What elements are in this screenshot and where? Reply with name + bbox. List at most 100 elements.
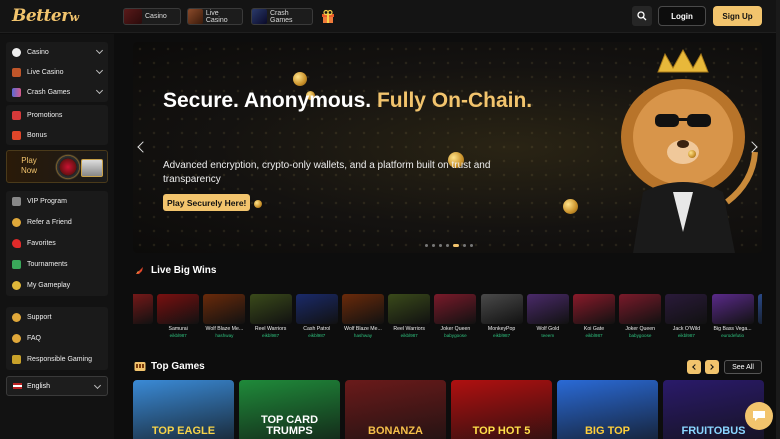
live-wins-carousel[interactable]: Samurai eikbl987 Wolf Blaze Me... hashway Re… [133, 294, 762, 346]
bonus-icon [12, 130, 21, 140]
login-button[interactable]: Login [658, 6, 706, 26]
sidebar-item-faq[interactable]: FAQ [6, 328, 108, 349]
plane-icon [252, 9, 267, 24]
carousel-dots[interactable] [425, 244, 473, 247]
game-card[interactable]: TOP CARD TRUMPS [239, 380, 340, 439]
live-win-item[interactable]: Koi Gate eikbl987 [573, 294, 615, 338]
sidebar-item-casino[interactable]: Casino [6, 42, 108, 62]
live-win-item[interactable] [133, 294, 153, 327]
page-scrollbar[interactable] [776, 0, 780, 439]
game-thumbnail [203, 294, 246, 324]
heart-icon [12, 239, 21, 248]
live-win-item[interactable]: Joker Queen babygoose [434, 294, 477, 338]
live-win-item[interactable]: Wolf Gold teeem [526, 294, 569, 338]
live-win-item[interactable]: Wolf Blaze Me... hashway [342, 294, 384, 338]
carousel-dot[interactable] [470, 244, 473, 247]
chat-button[interactable] [745, 402, 773, 430]
sidebar-item-tournaments[interactable]: Tournaments [6, 254, 108, 275]
game-card[interactable]: BONANZA [345, 380, 446, 439]
search-button[interactable] [632, 6, 652, 26]
win-game-name: Joker Queen [625, 326, 656, 332]
game-thumbnail [619, 294, 662, 324]
brand-logo[interactable]: Betterw [12, 6, 79, 26]
win-username: hashway [215, 333, 234, 338]
top-games-prev-button[interactable] [687, 360, 701, 374]
live-dealer-icon [12, 67, 21, 77]
win-username: eikbl987 [308, 333, 326, 338]
win-game-name: Wolf Blaze Me... [344, 326, 382, 332]
live-win-item[interactable]: Reel Warriors eikbl987 [249, 294, 292, 338]
cards-icon [188, 9, 203, 24]
win-game-name: Reel Warriors [393, 326, 425, 332]
sidebar-item-crash-games[interactable]: Crash Games [6, 82, 108, 102]
win-username: babygoose [444, 333, 467, 338]
game-card[interactable]: TOP HOT 5 [451, 380, 552, 439]
top-games-next-button[interactable] [705, 360, 719, 374]
carousel-dot[interactable] [425, 244, 428, 247]
carousel-dot[interactable] [453, 244, 459, 247]
play-now-banner[interactable]: Play Now [6, 150, 108, 183]
signup-button[interactable]: Sign Up [713, 6, 762, 26]
sidebar-item-live-casino[interactable]: Live Casino [6, 62, 108, 82]
hero-title: Secure. Anonymous. Fully On-Chain. [163, 89, 533, 112]
us-flag-icon [13, 383, 22, 389]
game-thumbnail [526, 294, 569, 324]
win-username: hashway [353, 333, 373, 338]
gift-icon[interactable] [321, 9, 335, 23]
game-thumbnail [757, 294, 762, 324]
carousel-dot[interactable] [446, 244, 449, 247]
faq-icon [12, 334, 21, 343]
sidebar-item-promotions[interactable]: Promotions [6, 105, 108, 125]
sidebar-community-group: VIP Program Refer a Friend Favorites Tou… [6, 191, 108, 296]
sidebar-help-group: Support FAQ Responsible Gaming [6, 307, 108, 370]
carousel-dot[interactable] [463, 244, 466, 247]
hero-cta-button[interactable]: Play Securely Here! [163, 194, 251, 211]
lion-mascot-image [621, 48, 758, 253]
sidebar-promo-group: Promotions Bonus [6, 105, 108, 145]
game-card-title: BONANZA [368, 425, 423, 437]
game-card[interactable]: TOP EAGLE [133, 380, 234, 439]
sidebar-item-responsible[interactable]: Responsible Gaming [6, 349, 108, 370]
game-thumbnail [711, 294, 754, 324]
support-icon [12, 313, 21, 322]
sidebar-item-favorites[interactable]: Favorites [6, 233, 108, 254]
game-thumbnail [573, 294, 615, 324]
live-win-item[interactable] [757, 294, 762, 327]
carousel-dot[interactable] [439, 244, 442, 247]
live-win-item[interactable]: Cash Patrol eikbl987 [295, 294, 338, 338]
live-win-item[interactable]: MonkeyPop eikbl987 [480, 294, 523, 338]
sidebar-item-refer[interactable]: Refer a Friend [6, 212, 108, 233]
game-card[interactable]: BIG TOP [557, 380, 658, 439]
live-win-item[interactable]: Reel Warriors eikbl987 [388, 294, 431, 338]
tab-casino[interactable]: Casino [123, 8, 181, 25]
carousel-dot[interactable] [432, 244, 435, 247]
sidebar-item-vip[interactable]: VIP Program [6, 191, 108, 212]
coin-decoration [254, 200, 262, 208]
sidebar-item-support[interactable]: Support [6, 307, 108, 328]
live-win-item[interactable]: Samurai eikbl987 [157, 294, 200, 338]
win-username: eikbl987 [677, 333, 695, 338]
game-card-title: TOP HOT 5 [472, 425, 531, 437]
live-win-item[interactable]: Big Bass Vega... eurodefutio [711, 294, 754, 338]
game-thumbnail [342, 294, 384, 324]
tab-live-casino[interactable]: Live Casino [187, 8, 243, 25]
win-username: eikbl987 [493, 333, 511, 338]
roulette-icon [124, 9, 142, 24]
live-win-item[interactable]: Jack O'Wild eikbl987 [665, 294, 708, 338]
hero-banner[interactable]: Secure. Anonymous. Fully On-Chain. Advan… [133, 42, 762, 253]
win-username: eurodefutio [721, 333, 745, 338]
chevron-down-icon [93, 381, 102, 390]
win-game-name: Wolf Gold [536, 326, 560, 332]
hero-subtitle: Advanced encryption, crypto-only wallets… [163, 160, 491, 185]
live-win-item[interactable]: Wolf Blaze Me... hashway [203, 294, 246, 338]
tab-crash-games[interactable]: Crash Games [251, 8, 313, 25]
language-select[interactable]: English [6, 376, 108, 396]
dice-icon [12, 47, 21, 57]
live-win-item[interactable]: Joker Queen babygoose [619, 294, 662, 338]
sidebar-item-bonus[interactable]: Bonus [6, 125, 108, 145]
see-all-button[interactable]: See All [724, 360, 762, 374]
sidebar-item-gameplay[interactable]: My Gameplay [6, 275, 108, 296]
win-username: eikbl987 [169, 333, 187, 338]
game-thumbnail [295, 294, 338, 324]
gameplay-icon [12, 281, 21, 290]
